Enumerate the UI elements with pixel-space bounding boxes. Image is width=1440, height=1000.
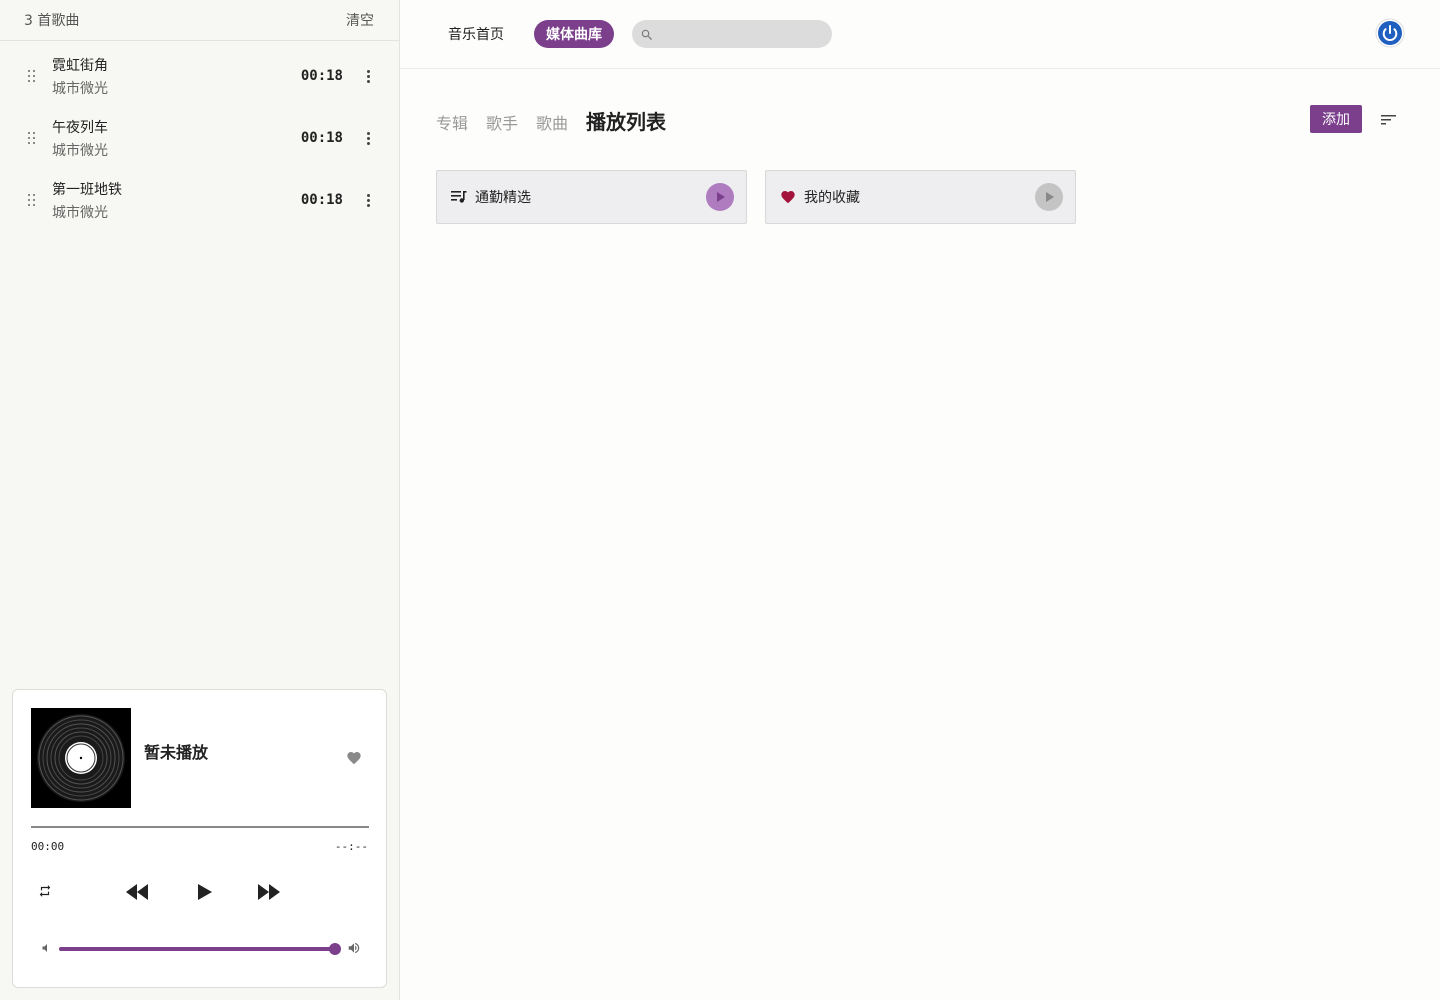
- add-playlist-button[interactable]: 添加: [1310, 105, 1362, 133]
- heart-icon: [780, 189, 796, 205]
- fast-forward-icon[interactable]: [257, 882, 281, 902]
- volume-slider-fill: [59, 947, 335, 951]
- current-time: 00:00: [31, 840, 65, 853]
- top-navigation: 音乐首页 媒体曲库: [400, 0, 1440, 69]
- queue-item[interactable]: 霓虹街角 城市微光 00:18: [0, 45, 399, 107]
- clear-queue-button[interactable]: 清空: [346, 10, 374, 30]
- queue-item[interactable]: 午夜列车 城市微光 00:18: [0, 107, 399, 169]
- track-artist: 城市微光: [52, 142, 108, 159]
- tab-songs[interactable]: 歌曲: [536, 110, 568, 134]
- vinyl-record-icon: [37, 714, 125, 802]
- playlist-card[interactable]: 通勤精选: [436, 170, 747, 224]
- play-playlist-button[interactable]: [1035, 183, 1063, 211]
- track-artist: 城市微光: [52, 80, 108, 97]
- more-options-icon[interactable]: [361, 191, 375, 209]
- volume-slider[interactable]: [59, 943, 341, 955]
- playlist-name: 我的收藏: [804, 190, 860, 206]
- volume-high-icon[interactable]: [346, 941, 362, 955]
- volume-low-icon[interactable]: [39, 942, 51, 954]
- track-info: 霓虹街角 城市微光: [52, 55, 301, 98]
- tab-playlists[interactable]: 播放列表: [586, 106, 666, 135]
- playlist-card[interactable]: 我的收藏: [765, 170, 1076, 224]
- nav-library-link[interactable]: 媒体曲库: [534, 20, 614, 48]
- now-playing-title: 暂未播放: [144, 743, 209, 762]
- queue-item[interactable]: 第一班地铁 城市微光 00:18: [0, 169, 399, 231]
- volume-slider-thumb[interactable]: [329, 943, 341, 955]
- more-options-icon[interactable]: [361, 67, 375, 85]
- search-icon: [640, 27, 654, 41]
- heart-icon[interactable]: [346, 750, 362, 766]
- track-duration: 00:18: [300, 130, 343, 146]
- search-box: [632, 20, 832, 48]
- queue-header: 3 首歌曲 清空: [0, 0, 399, 41]
- track-artist: 城市微光: [52, 204, 108, 221]
- play-queue-sidebar: 3 首歌曲 清空 霓虹街角 城市微光 00:18 午夜列车 城市微光 00:18…: [0, 0, 400, 1000]
- library-tabs: 专辑 歌手 歌曲 播放列表: [436, 106, 684, 135]
- queue-count: 3 首歌曲: [24, 13, 80, 29]
- repeat-icon[interactable]: [37, 883, 53, 899]
- total-time: --:--: [334, 840, 368, 853]
- queue-list: 霓虹街角 城市微光 00:18 午夜列车 城市微光 00:18 第一班地铁 城市…: [0, 41, 399, 231]
- tab-albums[interactable]: 专辑: [436, 110, 468, 134]
- sort-icon[interactable]: [1381, 112, 1397, 126]
- search-input[interactable]: [658, 20, 826, 48]
- track-title: 午夜列车: [52, 119, 108, 136]
- power-icon[interactable]: [1375, 18, 1405, 48]
- tab-artists[interactable]: 歌手: [486, 110, 518, 134]
- album-cover: [31, 708, 131, 808]
- progress-bar[interactable]: [31, 826, 369, 828]
- more-options-icon[interactable]: [361, 129, 375, 147]
- now-playing-card: 暂未播放 00:00 --:--: [12, 689, 387, 988]
- track-info: 第一班地铁 城市微光: [52, 179, 301, 222]
- track-info: 午夜列车 城市微光: [52, 117, 301, 160]
- rewind-icon[interactable]: [125, 882, 149, 902]
- drag-handle-icon[interactable]: [26, 192, 38, 208]
- track-title: 第一班地铁: [52, 181, 122, 198]
- drag-handle-icon[interactable]: [26, 68, 38, 84]
- track-duration: 00:18: [300, 192, 343, 208]
- playlist-icon: [451, 189, 467, 205]
- play-icon[interactable]: [196, 881, 214, 903]
- playlist-name: 通勤精选: [475, 190, 531, 206]
- nav-home-link[interactable]: 音乐首页: [448, 24, 504, 44]
- drag-handle-icon[interactable]: [26, 130, 38, 146]
- track-title: 霓虹街角: [52, 57, 108, 74]
- track-duration: 00:18: [300, 68, 343, 84]
- play-playlist-button[interactable]: [706, 183, 734, 211]
